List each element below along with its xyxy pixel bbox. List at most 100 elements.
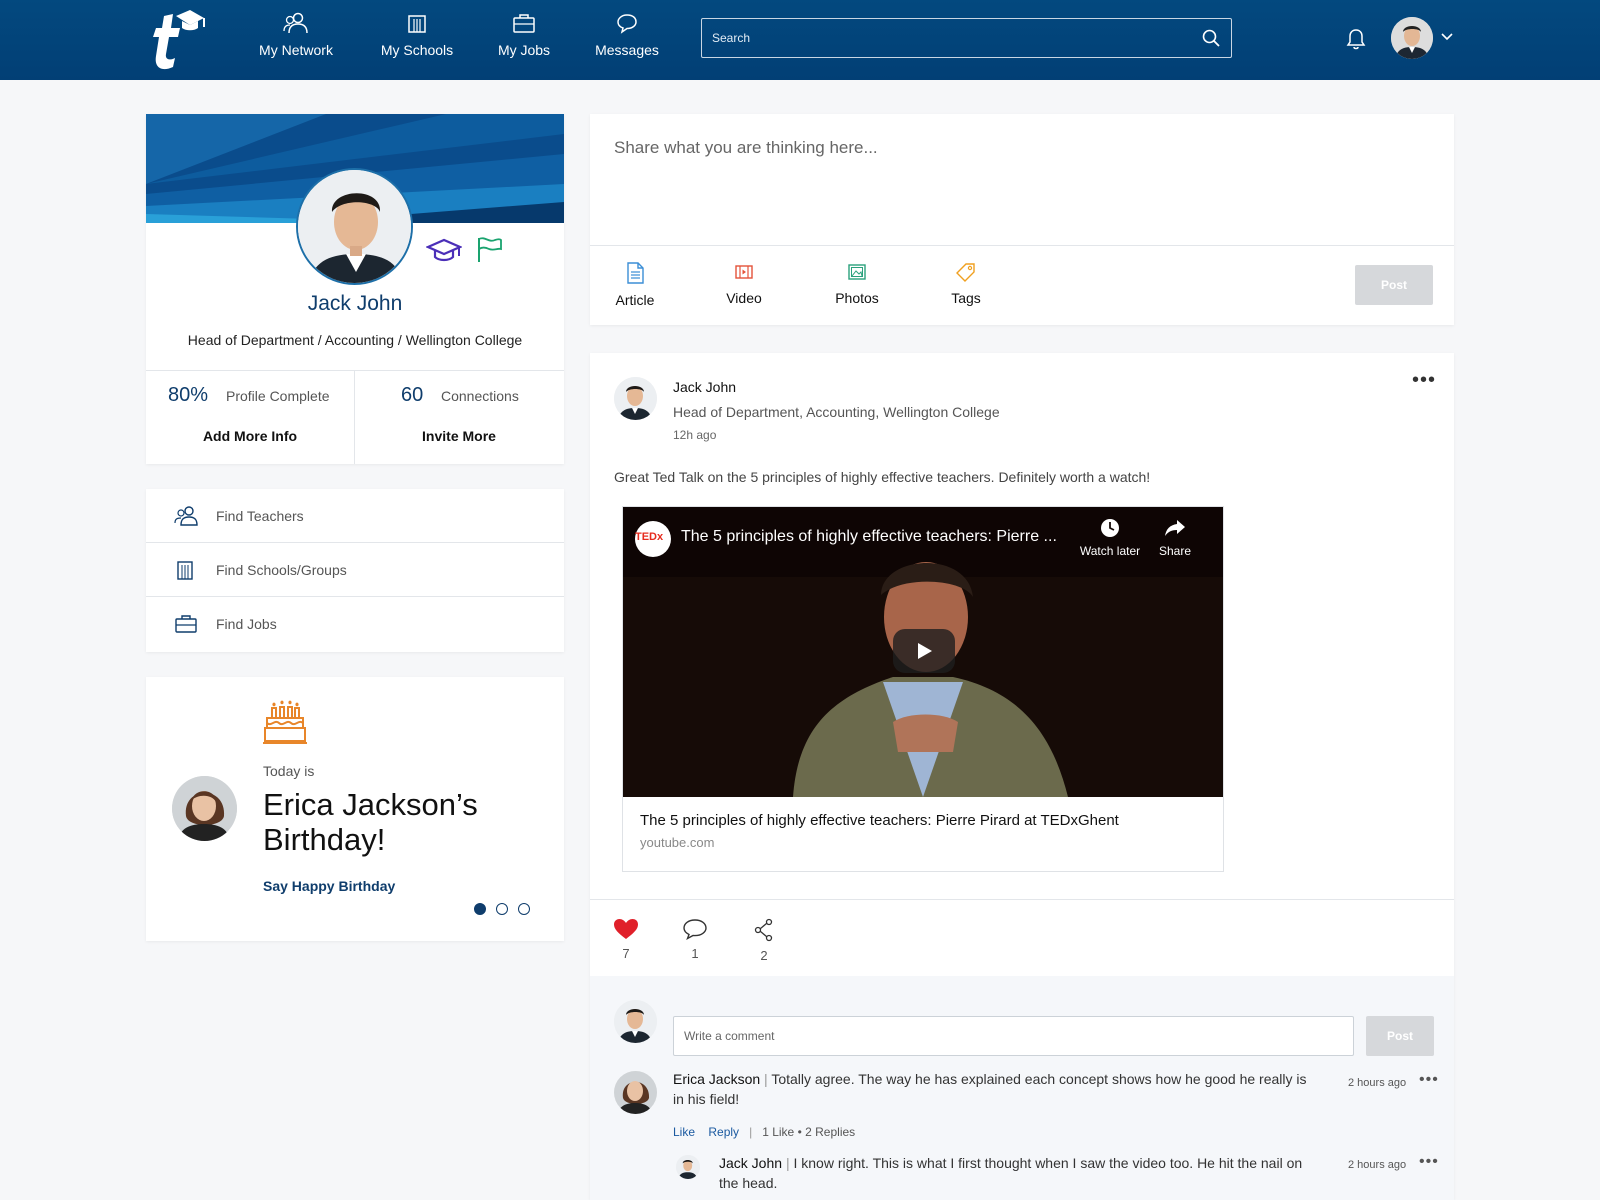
logo-mark [153,10,205,70]
search-input[interactable] [712,28,1182,48]
chevron-down-icon[interactable] [1440,32,1454,42]
comments-section: Post Erica Jackson | Totally agree. The … [590,976,1454,1200]
like-reaction[interactable]: 7 [606,918,646,961]
birthday-person-avatar[interactable] [172,776,237,841]
tags-label: Tags [951,290,981,306]
tags-tool[interactable]: Tags [949,262,983,308]
video-icon [735,265,753,279]
comment-more-icon[interactable]: ••• [1419,1071,1439,1089]
graduation-cap-icon [426,238,462,262]
profile-photo [298,170,411,283]
user-avatar-portrait [1391,17,1433,59]
post-timestamp: 12h ago [673,428,717,442]
share-icon[interactable] [752,918,776,942]
stat-connections: 60 Connections Invite More [355,384,563,464]
separator: | [764,1071,768,1087]
reply-more-icon[interactable]: ••• [1419,1153,1439,1171]
video-share-button[interactable]: Share [1155,518,1195,558]
find-teachers-item[interactable]: Find Teachers [146,489,564,543]
profile-avatar[interactable] [296,168,413,285]
nav-label: My Schools [380,42,454,58]
more-options-icon[interactable]: ••• [1412,369,1436,392]
divider [146,370,564,371]
reply-author[interactable]: Jack John [719,1155,782,1171]
app-logo[interactable] [142,6,212,72]
briefcase-icon [513,14,535,33]
notification-bell-icon[interactable] [1346,27,1366,51]
photos-icon [848,264,866,280]
video-embed[interactable]: TEDx The 5 principles of highly effectiv… [622,506,1224,872]
find-jobs-item[interactable]: Find Jobs [146,597,564,651]
find-menu-card: Find Teachers Find Schools/Groups Find J… [146,489,564,652]
top-navigation-bar: My Network My Schools My Jobs Messages [0,0,1600,80]
comment-input[interactable] [673,1016,1354,1056]
search-icon[interactable] [1201,28,1221,48]
comment-count: 1 [691,946,699,961]
invite-more-link[interactable]: Invite More [355,428,563,444]
today-label: Today is [263,763,315,779]
video-player[interactable]: TEDx The 5 principles of highly effectiv… [623,507,1223,797]
tag-icon [956,263,975,282]
user-avatar[interactable] [1391,17,1433,59]
reply-comment-link[interactable]: Reply [708,1125,739,1139]
share-reaction[interactable]: 2 [744,918,784,963]
reply-time: 2 hours ago [1348,1159,1407,1171]
carousel-dot[interactable] [474,903,486,915]
video-title[interactable]: The 5 principles of highly effective tea… [681,528,1057,546]
post-author-name[interactable]: Jack John [673,379,736,395]
like-count: 7 [622,946,630,961]
play-icon [918,643,932,659]
profile-title: Head of Department / Accounting / Wellin… [187,332,523,348]
composer-input[interactable] [614,138,1414,228]
nav-messages[interactable]: Messages [592,12,662,68]
find-label: Find Teachers [216,508,304,524]
heart-icon[interactable] [613,918,639,940]
embed-source: youtube.com [640,835,715,850]
profile-card: Jack John Head of Department / Accountin… [146,114,564,464]
add-more-info-link[interactable]: Add More Info [146,428,354,444]
post-author-photo [614,377,657,420]
separator: | [785,1155,790,1171]
play-button[interactable] [893,629,955,673]
nav-my-network[interactable]: My Network [256,12,336,68]
say-happy-birthday-link[interactable]: Say Happy Birthday [263,878,395,894]
reply-author-avatar[interactable] [676,1155,700,1179]
comment-icon[interactable] [682,918,708,940]
stat-label: Profile Complete [226,388,330,404]
stat-label: Connections [441,388,519,404]
comment-body: Erica Jackson | Totally agree. The way h… [673,1069,1313,1109]
like-comment-link[interactable]: Like [673,1125,695,1139]
birthday-person-photo [172,776,237,841]
embed-title[interactable]: The 5 principles of highly effective tea… [640,812,1119,829]
network-icon [283,12,308,34]
current-user-photo [614,1000,657,1043]
tedx-logo[interactable]: TEDx [635,521,671,557]
photos-tool[interactable]: Photos [832,262,882,308]
carousel-dot[interactable] [496,903,508,915]
comment-author-avatar[interactable] [614,1071,657,1114]
tedx-logo-text: TEDx [635,531,664,543]
find-schools-item[interactable]: Find Schools/Groups [146,543,564,597]
photos-label: Photos [835,290,879,306]
article-tool[interactable]: Article [614,262,656,310]
post-text: Great Ted Talk on the 5 principles of hi… [614,469,1151,485]
profile-name[interactable]: Jack John [146,292,564,316]
erica-photo [614,1071,657,1114]
carousel-dot[interactable] [518,903,530,915]
video-tool[interactable]: Video [724,262,764,308]
commenter-avatar [614,1000,657,1043]
stat-profile-complete: 80% Profile Complete Add More Info [146,384,354,464]
post-button[interactable]: Post [1355,265,1433,305]
nav-my-schools[interactable]: My Schools [377,12,457,68]
watch-later-button[interactable]: Watch later [1075,518,1145,558]
video-share-label: Share [1158,544,1192,558]
nav-label: My Jobs [497,42,551,58]
post-author-avatar[interactable] [614,377,657,420]
comment-reaction[interactable]: 1 [675,918,715,961]
comment-post-button[interactable]: Post [1366,1016,1434,1056]
birthday-card: Today is Erica Jackson’s Birthday! Say H… [146,677,564,941]
nav-my-jobs[interactable]: My Jobs [494,12,554,68]
carousel-dots [474,903,540,921]
comment-author[interactable]: Erica Jackson [673,1071,760,1087]
comment-reply-count[interactable]: 2 Replies [805,1125,855,1139]
